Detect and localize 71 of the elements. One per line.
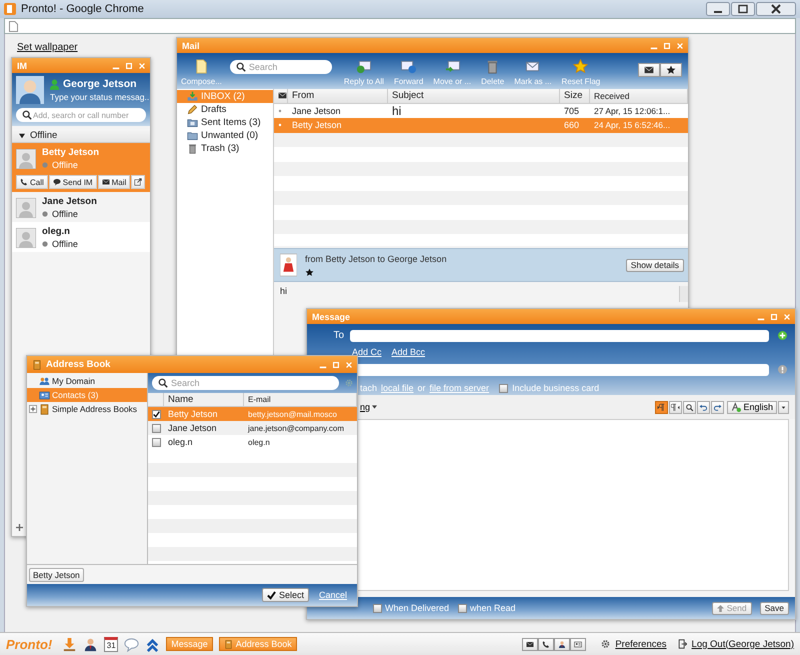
message-row[interactable]: Jane Jetson hi 705 27 Apr, 15 12:06:1... xyxy=(274,104,688,118)
table-cell-text: Jane Jetson xyxy=(167,423,218,433)
group-label: Offline xyxy=(30,130,58,141)
column-header[interactable]: Subject xyxy=(388,89,560,102)
save-button[interactable]: Save xyxy=(760,602,789,614)
tree-item[interactable]: Simple Address Books xyxy=(27,402,147,416)
table-cell-text: 705 xyxy=(563,106,580,116)
table-cell-text: 660 xyxy=(563,120,580,130)
mail-button[interactable]: Mail xyxy=(98,175,130,189)
table-cell-text: jane.jetson@company.com xyxy=(246,424,346,432)
checkbox-label: when Read xyxy=(470,603,516,613)
folder-item[interactable]: Unwanted (0) xyxy=(177,129,273,142)
column-header[interactable]: E-mail xyxy=(244,393,357,406)
contact-name: oleg.n xyxy=(42,226,71,237)
tree-item[interactable]: My Domain xyxy=(27,374,147,388)
search-field[interactable]: Add, search or call number xyxy=(16,108,146,122)
column-header[interactable]: Size xyxy=(560,89,590,102)
calendar-icon[interactable]: 31 xyxy=(104,636,118,652)
folder-item[interactable]: Trash (3) xyxy=(177,142,273,155)
table-cell-text: Betty Jetson xyxy=(291,120,343,130)
contact-name: Jane Jetson xyxy=(42,196,97,207)
table-cell-text: betty.jetson@mail.mosco xyxy=(247,410,338,418)
status-message[interactable]: Type your status messag... xyxy=(50,92,146,102)
column-header[interactable]: From xyxy=(288,89,388,102)
folder-item[interactable]: Sent Items (3) xyxy=(177,116,273,129)
table-cell: hi xyxy=(392,104,402,118)
checkbox-label: When Delivered xyxy=(385,603,450,613)
column-header[interactable]: Name xyxy=(164,393,244,406)
table-cell-text: 24 Apr, 15 6:52:46... xyxy=(593,120,672,130)
sender-line: from Betty Jetson to George Jetson xyxy=(305,254,447,264)
contact-item[interactable]: Betty Jetson Offline Call Send IM Mail xyxy=(12,143,150,192)
language-button[interactable]: English xyxy=(727,400,777,414)
contact-item[interactable]: Jane Jetson Offline xyxy=(12,192,150,222)
add-bcc-link[interactable]: Add Bcc xyxy=(392,347,426,357)
contact-status: Offline xyxy=(52,160,78,170)
selected-contact-chip[interactable]: Betty Jetson xyxy=(29,568,84,582)
contact-row[interactable]: oleg.n oleg.n xyxy=(148,435,357,449)
table-cell-text: Jane Jetson xyxy=(291,106,342,116)
to-label: To xyxy=(332,330,344,341)
contact-row[interactable]: Jane Jetson jane.jetson@company.com xyxy=(148,421,357,435)
set-wallpaper-link[interactable]: Set wallpaper xyxy=(17,42,78,53)
call-button[interactable]: Call xyxy=(16,175,48,189)
table-cell-text: 27 Apr, 15 12:06:1... xyxy=(593,106,672,116)
or-label: or xyxy=(418,383,426,393)
message-body: hi xyxy=(280,286,288,296)
folder-item[interactable]: Drafts xyxy=(177,103,273,116)
logout-link[interactable]: Log Out(George Jetson) xyxy=(692,638,794,650)
search-field[interactable]: Search xyxy=(152,376,339,390)
table-cell-text: oleg.n xyxy=(247,438,271,446)
window-title: Address Book xyxy=(46,359,110,370)
show-details-button[interactable]: Show details xyxy=(626,258,684,272)
user-name: George Jetson xyxy=(63,78,137,90)
format-menu[interactable]: ng xyxy=(360,402,378,412)
contact-status: Offline xyxy=(52,239,78,249)
window-title: Mail xyxy=(182,40,200,50)
add-cc-link[interactable]: Add Cc xyxy=(352,347,382,357)
column-header[interactable]: Received xyxy=(590,89,688,102)
contact-status: Offline xyxy=(52,209,78,219)
contact-item[interactable]: oleg.n Offline xyxy=(12,222,150,252)
contact-name: Betty Jetson xyxy=(42,147,100,158)
preferences-link[interactable]: Preferences xyxy=(615,638,667,650)
window-title: IM xyxy=(17,60,27,70)
select-button[interactable]: Select xyxy=(262,588,309,602)
attach-label: tach xyxy=(360,383,378,393)
window-title: Pronto! - Google Chrome xyxy=(21,3,144,15)
window-title: Message xyxy=(312,312,350,322)
search-field[interactable]: Search xyxy=(230,60,332,74)
table-cell-text: oleg.n xyxy=(167,437,194,447)
table-cell-text: Betty Jetson xyxy=(167,409,219,419)
im-button[interactable]: Send IM xyxy=(48,175,97,189)
checkbox-label: Include business card xyxy=(512,383,600,393)
